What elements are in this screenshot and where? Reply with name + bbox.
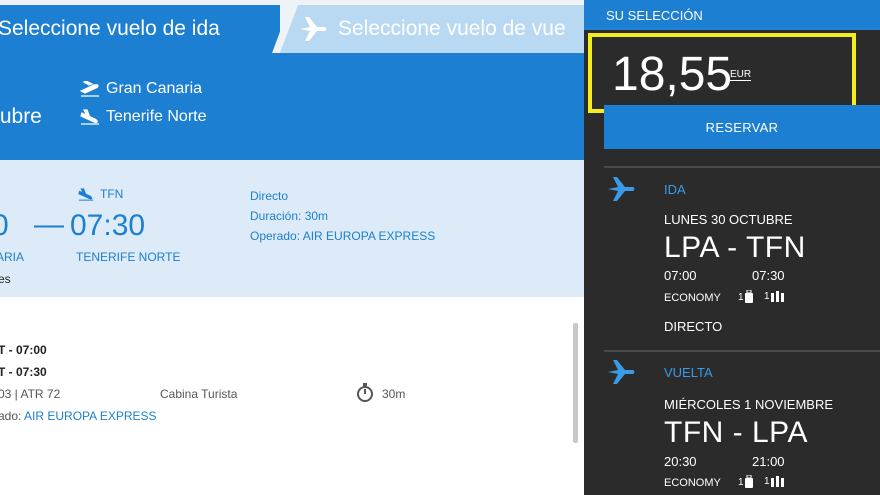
outbound-hand-bag: 1 xyxy=(738,290,754,304)
tab-return-flight[interactable]: Seleccione vuelo de vue xyxy=(280,5,590,53)
total-price: 18,55 xyxy=(612,48,733,101)
return-label: VUELTA xyxy=(664,365,713,380)
detail-cabin: Cabina Turista xyxy=(160,387,238,401)
tab-outbound-label: Seleccione vuelo de ida xyxy=(0,17,220,40)
departure-city: ARIA xyxy=(0,250,25,264)
route-destination: Tenerife Norte xyxy=(80,108,207,126)
origin-name: Gran Canaria xyxy=(106,80,203,97)
divider xyxy=(604,166,880,168)
detail-aircraft: 03 | ATR 72 xyxy=(0,387,61,401)
detail-operator: ado: AIR EUROPA EXPRESS xyxy=(0,409,157,423)
return-cabin: ECONOMY xyxy=(664,477,721,489)
detail-duration: 30m xyxy=(382,387,406,401)
suitcase-icon xyxy=(770,291,784,302)
arrival-code: TFN xyxy=(78,187,123,201)
route-date: tubre xyxy=(0,105,42,128)
outbound-departure: 07:00 xyxy=(664,268,697,283)
landing-icon xyxy=(78,187,94,201)
takeoff-icon xyxy=(80,81,99,97)
outbound-cabin: ECONOMY xyxy=(664,292,721,304)
divider xyxy=(604,350,880,352)
return-date: MIÉRCOLES 1 NOVIEMBRE xyxy=(664,397,834,412)
outbound-arrival: 07:30 xyxy=(752,268,785,283)
outbound-date: LUNES 30 OCTUBRE xyxy=(664,212,793,227)
arrival-city: TENERIFE NORTE xyxy=(76,250,181,264)
return-hand-bag: 1 xyxy=(738,475,754,489)
tab-return-label: Seleccione vuelo de vue xyxy=(338,17,566,40)
destination-name: Tenerife Norte xyxy=(106,108,207,125)
scrollbar[interactable] xyxy=(573,323,578,443)
outbound-checked-bag: 1 xyxy=(764,290,786,302)
selection-summary: SU SELECCIÓN 18,55 EUR RESERVAR IDA LUNE… xyxy=(584,0,880,495)
flight-operator: Operado: AIR EUROPA EXPRESS xyxy=(250,229,436,243)
flight-option[interactable]: TFN 0 — 07:30 ARIA TENERIFE NORTE es Dir… xyxy=(0,160,584,297)
currency: EUR xyxy=(730,69,752,81)
arrival-time: 07:30 xyxy=(70,209,146,242)
plane-icon xyxy=(608,360,635,384)
landing-icon xyxy=(80,109,99,125)
flight-details: T - 07:00 T - 07:30 03 | ATR 72 Cabina T… xyxy=(0,297,584,495)
outbound-stops: DIRECTO xyxy=(664,319,723,334)
luggage-icon xyxy=(744,475,753,488)
luggage-icon xyxy=(744,290,753,303)
step-tabs: Seleccione vuelo de ida Seleccione vuelo… xyxy=(0,0,590,53)
detail-arrival: T - 07:30 xyxy=(0,365,47,379)
suitcase-icon xyxy=(770,476,784,487)
detail-departure: T - 07:00 xyxy=(0,343,47,357)
summary-header: SU SELECCIÓN xyxy=(584,0,880,30)
outbound-route: LPA - TFN xyxy=(664,231,806,264)
departure-time: 0 xyxy=(0,209,9,242)
time-separator: — xyxy=(34,208,64,241)
tab-outbound-flight[interactable]: Seleccione vuelo de ida xyxy=(0,5,290,53)
flight-extra: es xyxy=(0,272,11,286)
route-header: tubre Gran Canaria Tenerife Norte xyxy=(0,53,584,160)
return-checked-bag: 1 xyxy=(764,475,786,487)
flight-duration: Duración: 30m xyxy=(250,209,329,223)
return-departure: 20:30 xyxy=(664,454,697,469)
route-origin: Gran Canaria xyxy=(80,80,202,98)
price-box: 18,55 EUR xyxy=(588,33,856,113)
booking-screen: Seleccione vuelo de ida Seleccione vuelo… xyxy=(0,0,880,495)
outbound-label: IDA xyxy=(664,182,686,197)
flight-type: Directo xyxy=(250,189,289,203)
stopwatch-icon xyxy=(357,383,373,402)
return-arrival: 21:00 xyxy=(752,454,785,469)
reserve-button[interactable]: RESERVAR xyxy=(604,105,880,149)
plane-icon xyxy=(300,17,327,41)
return-route: TFN - LPA xyxy=(664,416,808,449)
plane-icon xyxy=(608,177,635,201)
